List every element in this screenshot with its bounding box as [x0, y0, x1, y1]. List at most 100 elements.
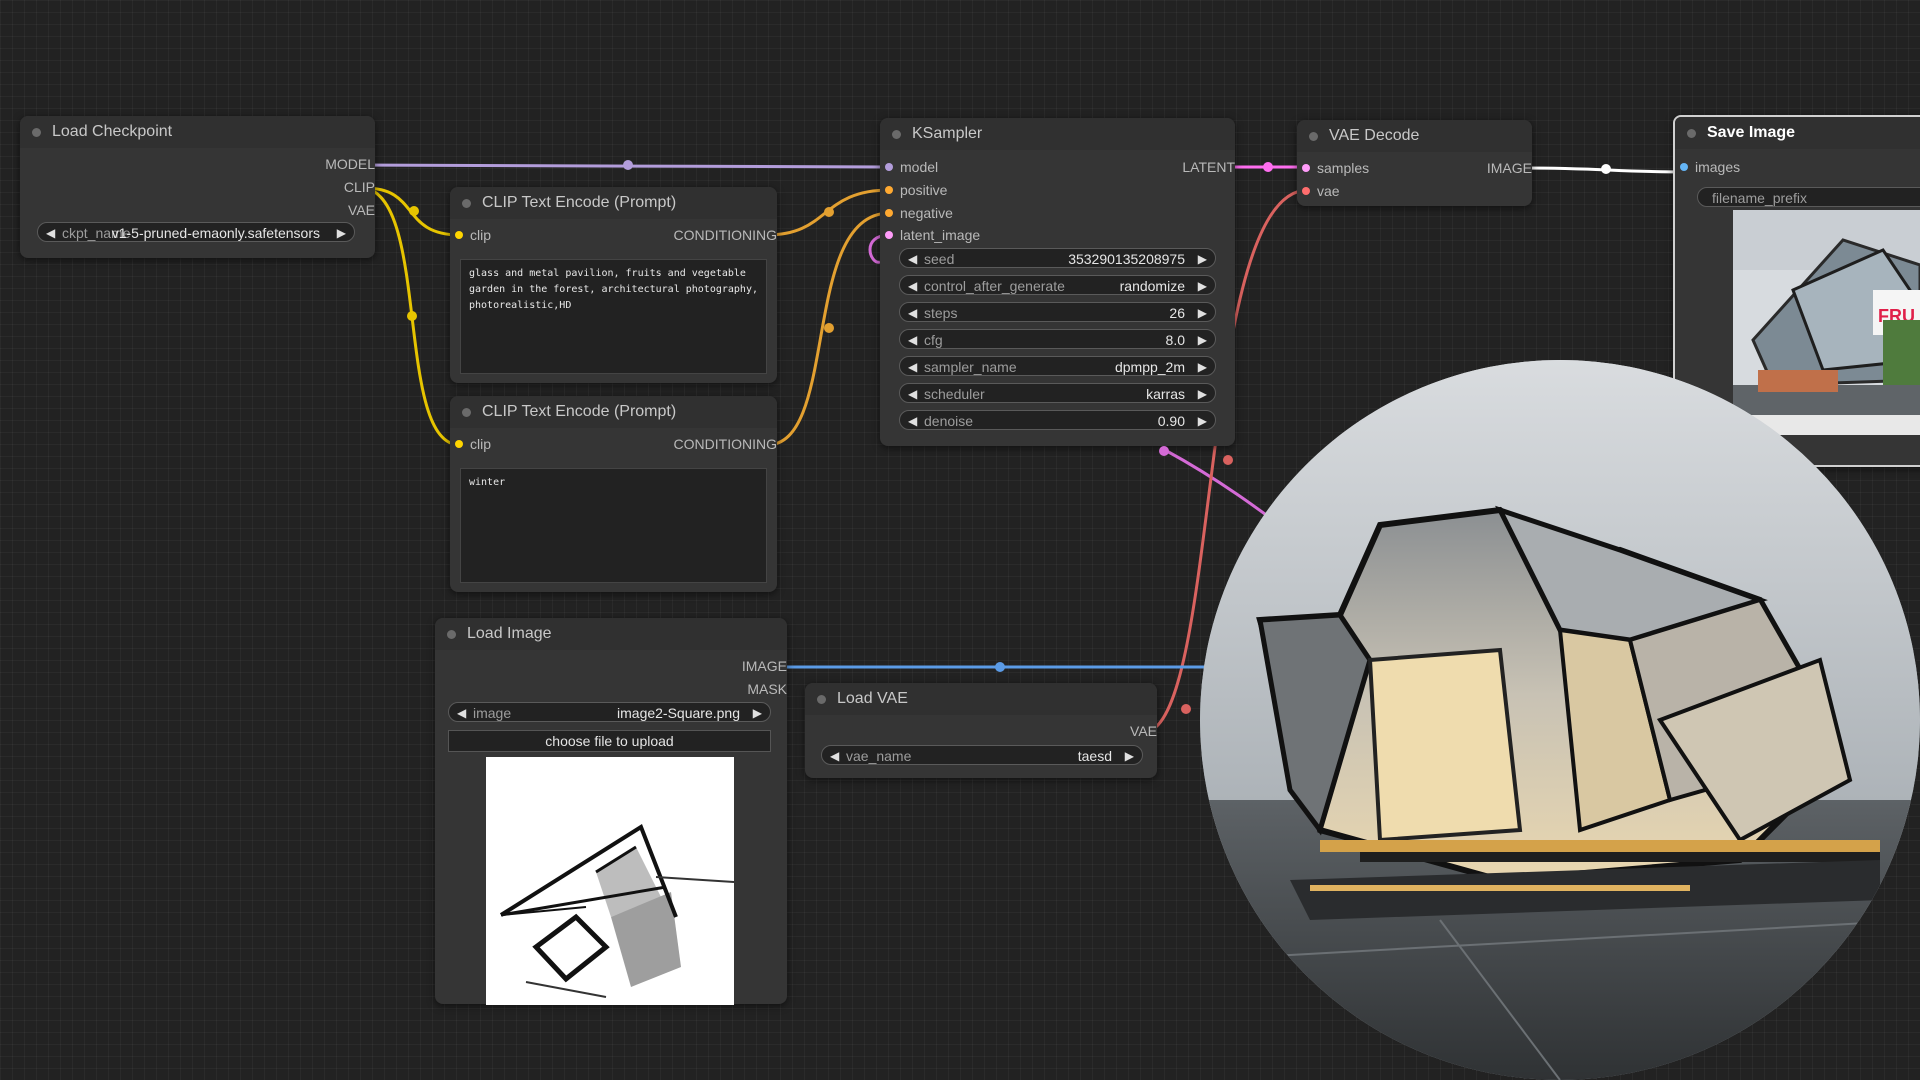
clip-text-encode-positive-node[interactable]: CLIP Text Encode (Prompt) clip CONDITION… — [450, 187, 777, 383]
input-model[interactable]: model — [880, 157, 1080, 177]
input-pin-samples[interactable] — [1302, 164, 1310, 172]
reroute-dot-vae[interactable] — [1223, 455, 1233, 465]
saved-image-preview[interactable]: FRU — [1733, 210, 1920, 435]
input-pin-latent-image[interactable] — [885, 231, 893, 239]
arrow-left-icon[interactable]: ◀ — [908, 303, 917, 323]
input-samples[interactable]: samples — [1297, 158, 1437, 178]
input-images[interactable]: images — [1675, 157, 1835, 177]
arrow-left-icon[interactable]: ◀ — [908, 411, 917, 431]
vae-name-combo[interactable]: ◀ vae_name taesd ▶ — [821, 745, 1143, 765]
arrow-left-icon[interactable]: ◀ — [908, 330, 917, 350]
node-dot-icon[interactable] — [817, 695, 826, 704]
input-pin-clip[interactable] — [455, 231, 463, 239]
filename-prefix-input[interactable]: filename_prefix — [1697, 187, 1920, 207]
output-mask[interactable]: MASK — [435, 679, 787, 699]
ckpt-name-combo[interactable]: ◀ ckpt_name v1-5-pruned-emaonly.safetens… — [37, 222, 355, 242]
denoise-widget[interactable]: ◀ denoise 0.90 ▶ — [899, 410, 1216, 430]
output-clip[interactable]: CLIP — [20, 177, 375, 197]
arrow-right-icon[interactable]: ▶ — [753, 703, 762, 723]
reroute-dot-conditioning[interactable] — [824, 323, 834, 333]
arrow-right-icon[interactable]: ▶ — [1198, 276, 1207, 296]
node-dot-icon[interactable] — [462, 408, 471, 417]
node-title[interactable]: CLIP Text Encode (Prompt) — [450, 187, 777, 219]
seed-widget[interactable]: ◀ seed 353290135208975 ▶ — [899, 248, 1216, 268]
input-pin-negative[interactable] — [885, 209, 893, 217]
cfg-widget[interactable]: ◀ cfg 8.0 ▶ — [899, 329, 1216, 349]
input-clip[interactable]: clip — [450, 225, 620, 245]
output-conditioning[interactable]: CONDITIONING — [600, 225, 777, 245]
arrow-left-icon[interactable]: ◀ — [46, 223, 55, 243]
arrow-left-icon[interactable]: ◀ — [908, 357, 917, 377]
choose-file-upload-button[interactable]: choose file to upload — [448, 730, 771, 752]
node-title[interactable]: CLIP Text Encode (Prompt) — [450, 396, 777, 428]
node-dot-icon[interactable] — [447, 630, 456, 639]
arrow-left-icon[interactable]: ◀ — [908, 276, 917, 296]
prompt-text-area[interactable]: glass and metal pavilion, fruits and veg… — [460, 259, 767, 374]
output-vae[interactable]: VAE — [20, 200, 375, 220]
image-combo[interactable]: ◀ image image2-Square.png ▶ — [448, 702, 771, 722]
arrow-left-icon[interactable]: ◀ — [830, 746, 839, 766]
prompt-text-area[interactable]: winter — [460, 468, 767, 583]
output-image[interactable]: IMAGE — [1417, 158, 1532, 178]
node-title[interactable]: KSampler — [880, 118, 1235, 150]
arrow-left-icon[interactable]: ◀ — [908, 384, 917, 404]
output-label-mask: MASK — [747, 681, 787, 697]
output-label-conditioning: CONDITIONING — [673, 436, 777, 452]
input-latent-image[interactable]: latent_image — [880, 225, 1080, 245]
output-latent[interactable]: LATENT — [1060, 157, 1235, 177]
input-pin-positive[interactable] — [885, 186, 893, 194]
node-dot-icon[interactable] — [1309, 132, 1318, 141]
control-after-generate-widget[interactable]: ◀ control_after_generate randomize ▶ — [899, 275, 1216, 295]
node-dot-icon[interactable] — [32, 128, 41, 137]
loaded-image-preview[interactable] — [486, 757, 735, 1005]
reroute-dot-model[interactable] — [623, 160, 633, 170]
vae-decode-node[interactable]: VAE Decode samples IMAGE vae — [1297, 120, 1532, 206]
vae-name-value: taesd — [1077, 748, 1112, 764]
input-pin-vae[interactable] — [1302, 187, 1310, 195]
arrow-right-icon[interactable]: ▶ — [1198, 303, 1207, 323]
node-title[interactable]: Load VAE — [805, 683, 1157, 715]
ksampler-node[interactable]: KSampler model LATENT positive negative … — [880, 118, 1235, 446]
node-dot-icon[interactable] — [462, 199, 471, 208]
arrow-right-icon[interactable]: ▶ — [1198, 411, 1207, 431]
node-title[interactable]: VAE Decode — [1297, 120, 1532, 152]
output-model[interactable]: MODEL — [20, 154, 375, 174]
reroute-dot-latent[interactable] — [1263, 162, 1273, 172]
node-title[interactable]: Load Image — [435, 618, 787, 650]
arrow-right-icon[interactable]: ▶ — [1198, 249, 1207, 269]
load-checkpoint-node[interactable]: Load Checkpoint MODEL CLIP VAE ◀ ckpt_na… — [20, 116, 375, 258]
reroute-dot-conditioning[interactable] — [824, 207, 834, 217]
input-positive[interactable]: positive — [880, 180, 1080, 200]
input-vae[interactable]: vae — [1297, 181, 1437, 201]
node-dot-icon[interactable] — [892, 130, 901, 139]
arrow-right-icon[interactable]: ▶ — [1125, 746, 1134, 766]
node-title[interactable]: Save Image — [1675, 117, 1920, 149]
node-dot-icon[interactable] — [1687, 129, 1696, 138]
reroute-dot-image[interactable] — [995, 662, 1005, 672]
arrow-right-icon[interactable]: ▶ — [1198, 357, 1207, 377]
reroute-dot-image[interactable] — [1601, 164, 1611, 174]
reroute-dot-clip[interactable] — [409, 206, 419, 216]
arrow-right-icon[interactable]: ▶ — [1198, 384, 1207, 404]
load-vae-node[interactable]: Load VAE VAE ◀ vae_name taesd ▶ — [805, 683, 1157, 778]
clip-text-encode-negative-node[interactable]: CLIP Text Encode (Prompt) clip CONDITION… — [450, 396, 777, 592]
input-pin-clip[interactable] — [455, 440, 463, 448]
input-clip[interactable]: clip — [450, 434, 620, 454]
reroute-dot-vae[interactable] — [1181, 704, 1191, 714]
steps-widget[interactable]: ◀ steps 26 ▶ — [899, 302, 1216, 322]
node-title[interactable]: Load Checkpoint — [20, 116, 375, 148]
reroute-dot-latent[interactable] — [1159, 446, 1169, 456]
arrow-right-icon[interactable]: ▶ — [1198, 330, 1207, 350]
output-conditioning[interactable]: CONDITIONING — [600, 434, 777, 454]
output-vae[interactable]: VAE — [805, 721, 1157, 741]
sampler-name-widget[interactable]: ◀ sampler_name dpmpp_2m ▶ — [899, 356, 1216, 376]
reroute-dot-clip[interactable] — [407, 311, 417, 321]
input-negative[interactable]: negative — [880, 203, 1080, 223]
arrow-left-icon[interactable]: ◀ — [457, 703, 466, 723]
arrow-left-icon[interactable]: ◀ — [908, 249, 917, 269]
input-pin-model[interactable] — [885, 163, 893, 171]
input-pin-images[interactable] — [1680, 163, 1688, 171]
output-image[interactable]: IMAGE — [435, 656, 787, 676]
scheduler-widget[interactable]: ◀ scheduler karras ▶ — [899, 383, 1216, 403]
arrow-right-icon[interactable]: ▶ — [337, 223, 346, 243]
